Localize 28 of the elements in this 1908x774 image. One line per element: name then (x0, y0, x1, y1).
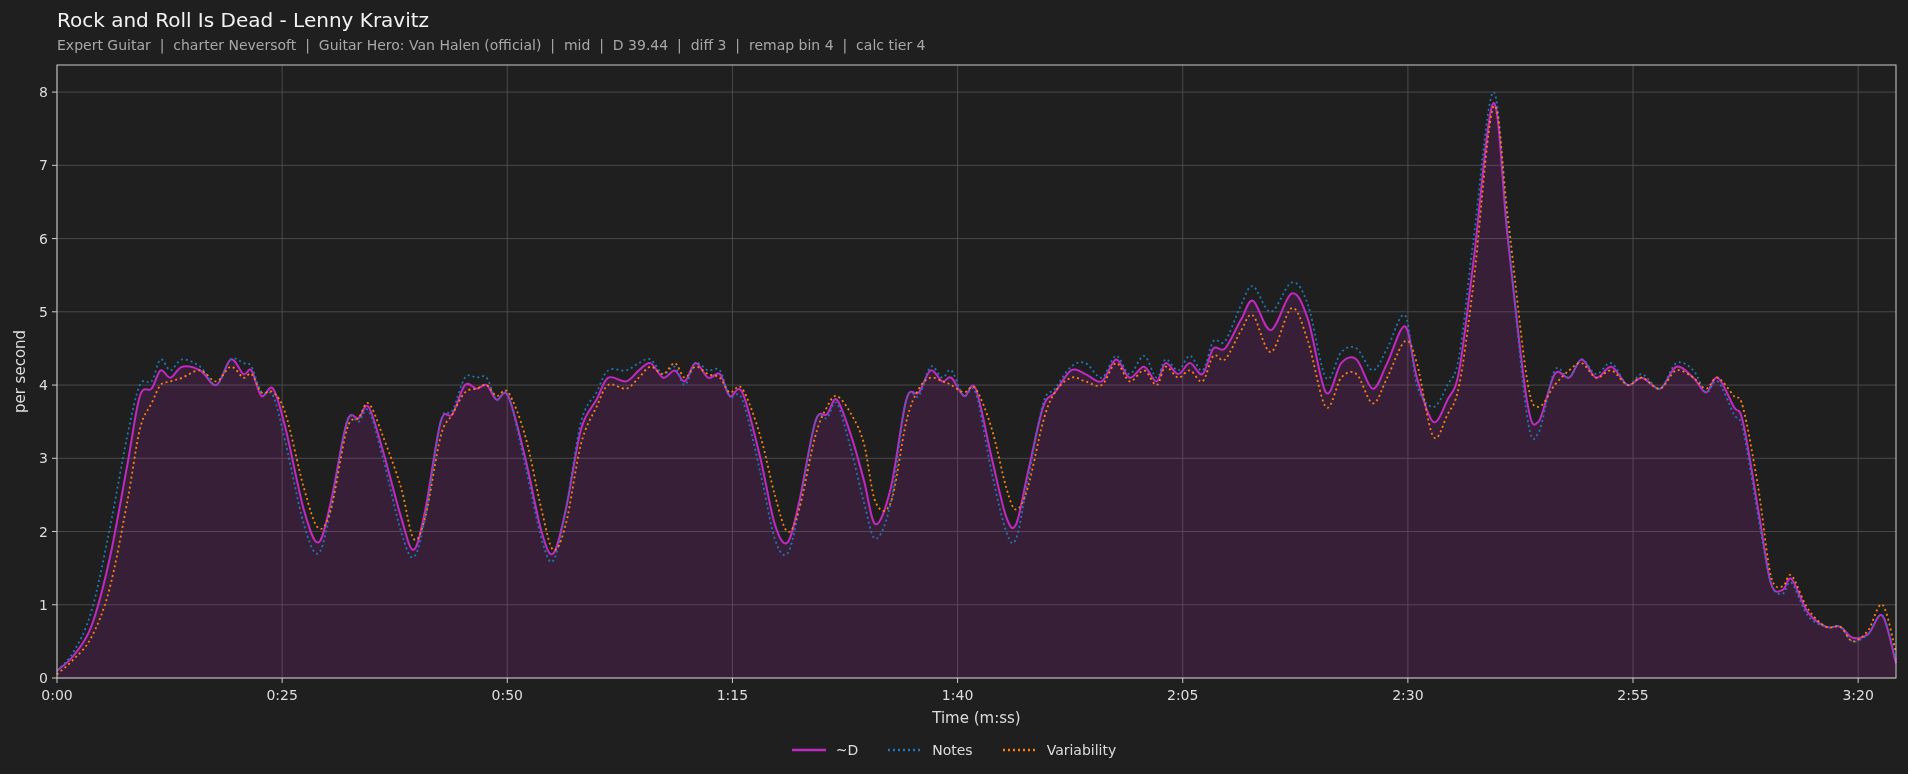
tick-label: 4 (39, 377, 48, 394)
tick-label: 1:40 (941, 687, 974, 703)
tick-label: 5 (39, 303, 48, 320)
tick-label: 0 (39, 670, 48, 686)
tick-label: 0:50 (491, 687, 523, 703)
tick-label: 1 (39, 596, 48, 613)
legend-swatch-icon (888, 748, 923, 752)
legend-swatch-icon (1002, 748, 1037, 752)
axis-title: per second (11, 329, 29, 414)
tick-label: 2:30 (1392, 687, 1424, 703)
tick-label: 2:55 (1617, 687, 1649, 703)
legend-label: Variability (1046, 742, 1117, 758)
tick-label: 6 (39, 230, 48, 247)
legend-label: Notes (932, 742, 973, 758)
tick-label: 2:05 (1167, 687, 1199, 703)
tick-label: 1:15 (716, 687, 749, 703)
tick-label: 2 (39, 523, 48, 540)
axis-title: Time (m:ss) (932, 709, 1021, 727)
chart-title: Rock and Roll Is Dead - Lenny Kravitz (57, 8, 431, 32)
chart-subtitle: Expert Guitar | charter Neversoft | Guitar Hero: Van Halen (official) | mid | D 39.44 | diff 3 | remap bin 4 | calc tier 4 (57, 37, 927, 53)
tick-label: 7 (39, 157, 48, 174)
tick-label: 0:00 (41, 687, 73, 703)
legend-swatch-icon (791, 748, 826, 752)
legend-label: ~D (835, 742, 859, 758)
tick-label: 3:20 (1842, 687, 1874, 703)
tick-label: 8 (39, 84, 48, 101)
tick-label: 0:25 (266, 687, 298, 703)
tick-label: 3 (39, 450, 48, 467)
